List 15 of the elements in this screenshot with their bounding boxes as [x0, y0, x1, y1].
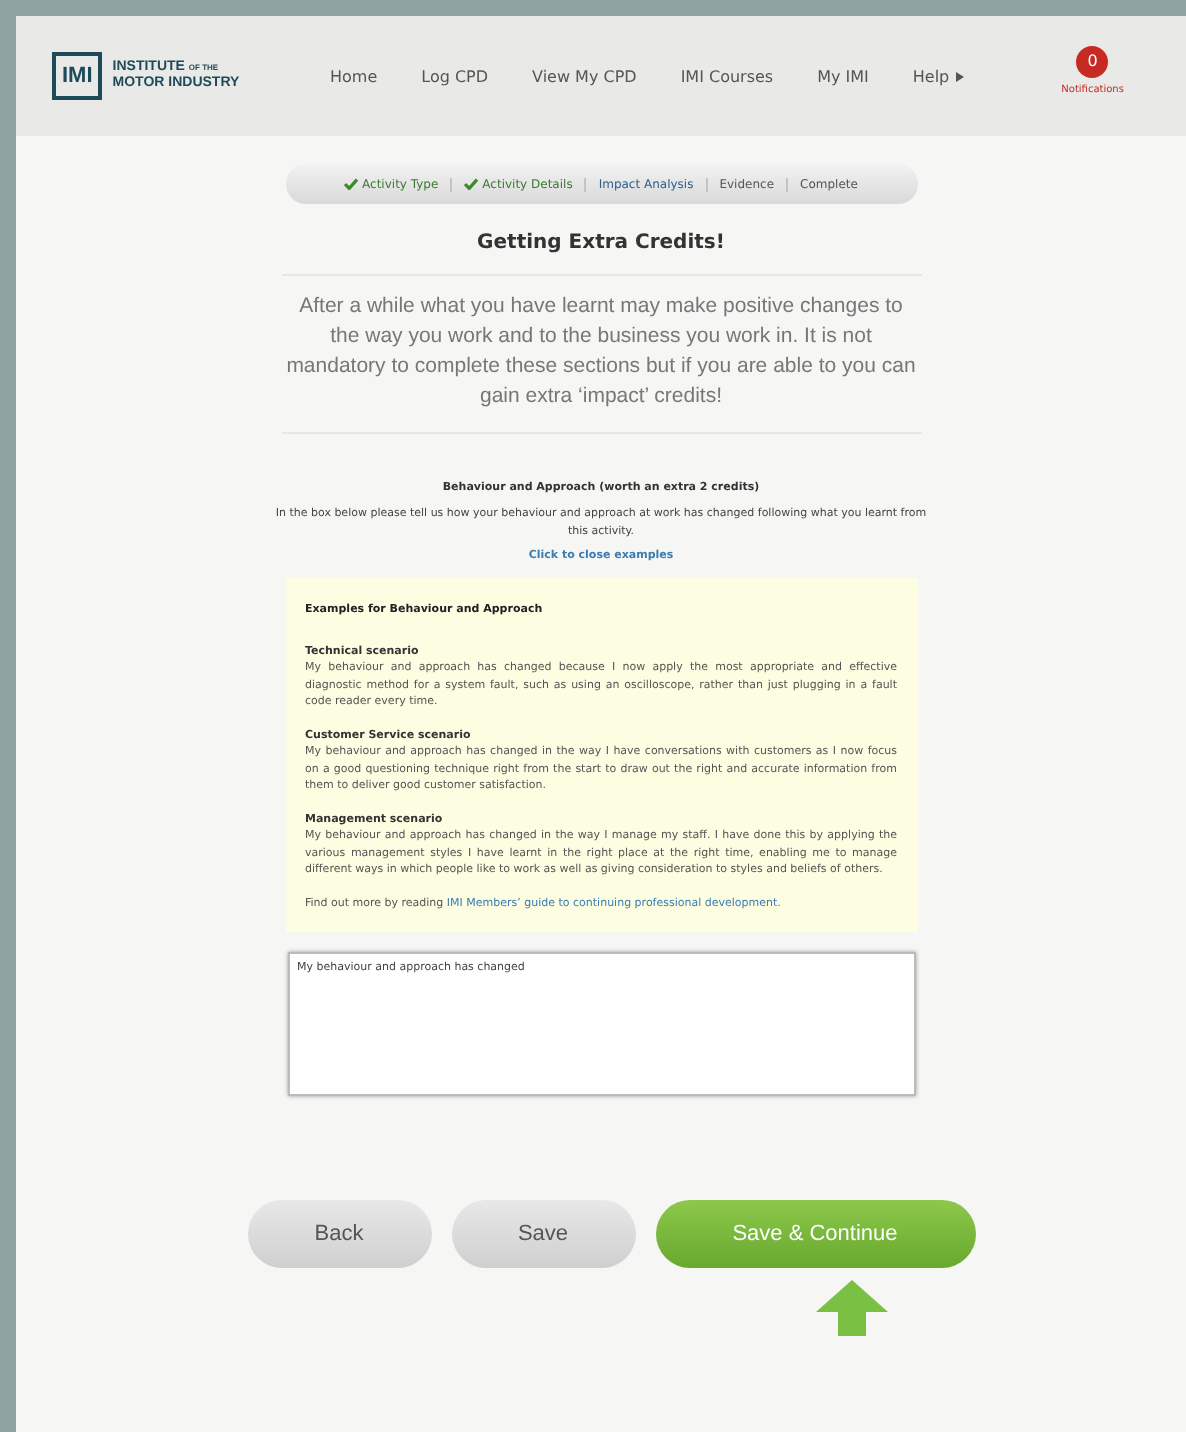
nav-link[interactable]: My IMI [795, 67, 891, 85]
nav-link[interactable]: Home [308, 67, 400, 85]
logo-mark[interactable]: IMI [52, 52, 103, 100]
intro-text: After a while what you have learnt may make positive changes to the way you work and to the business you work in. It is not mandatory to complete these sections but if you are able to you can gain extra ‘impact’ credits! [285, 292, 917, 412]
check-icon [344, 177, 359, 190]
secondary-button[interactable]: Back [247, 1200, 431, 1268]
nav-link[interactable]: IMI Courses [658, 67, 796, 85]
nav-link[interactable]: Log CPD [399, 67, 511, 85]
nav-link[interactable]: View My CPD [510, 67, 659, 85]
check-icon [464, 177, 479, 190]
arrow-icon [815, 1280, 887, 1336]
secondary-button[interactable]: Save [451, 1200, 635, 1268]
nav-link[interactable]: Help [890, 67, 986, 85]
notification-badge[interactable]: 0 [1076, 45, 1109, 77]
page-title: Getting Extra Credits! [477, 232, 725, 254]
